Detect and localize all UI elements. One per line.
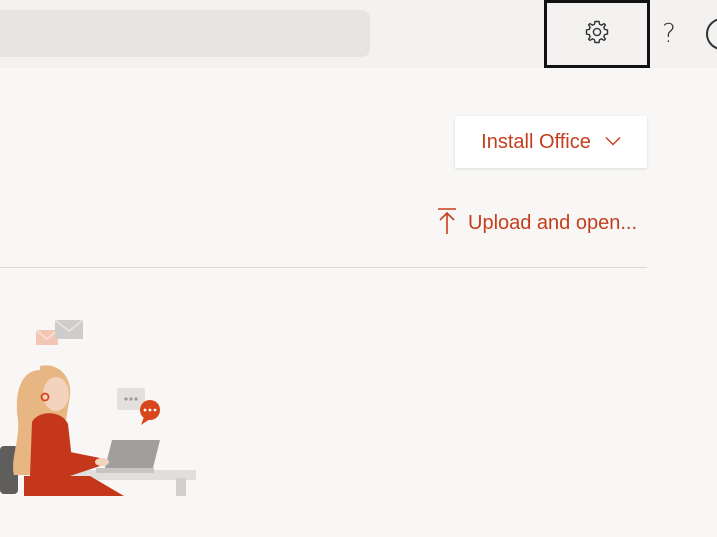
chevron-down-icon [605,133,621,151]
account-icon [706,18,717,50]
gear-icon [584,19,610,50]
install-office-button[interactable]: Install Office [455,116,647,168]
help-button[interactable]: ? [652,14,686,54]
search-input[interactable] [0,10,370,57]
person-at-laptop-illustration [0,300,210,510]
upload-and-open-label: Upload and open... [468,211,638,234]
section-divider [0,267,647,268]
account-button[interactable] [706,16,717,52]
top-bar: ? [0,0,717,68]
help-icon: ? [662,19,676,49]
install-office-label: Install Office [481,130,591,153]
upload-and-open-link[interactable]: Upload and open... [436,206,637,240]
settings-button[interactable] [544,0,650,68]
upload-icon [436,207,458,240]
